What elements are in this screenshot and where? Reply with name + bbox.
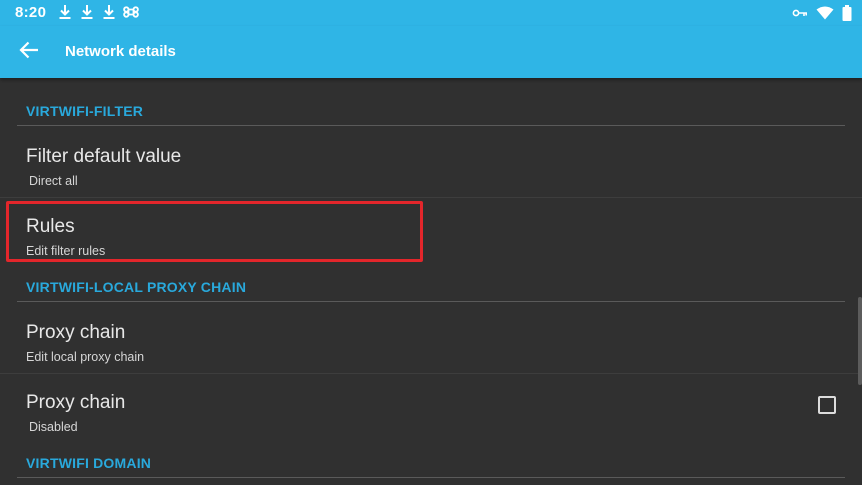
item-title: Proxy chain <box>26 392 126 413</box>
notification-icons <box>57 4 139 25</box>
vpn-key-icon <box>792 6 808 25</box>
item-title: Filter default value <box>26 146 182 167</box>
status-time: 8:20 <box>15 4 47 21</box>
section-header-label: VIRTWIFI-FILTER <box>26 103 144 119</box>
page-title: Network details <box>65 43 176 60</box>
wifi-icon <box>816 6 834 25</box>
system-icons <box>792 5 852 26</box>
section-header-filter: VIRTWIFI-FILTER <box>0 78 862 128</box>
item-summary: Edit filter rules <box>26 244 106 258</box>
section-header-domain: VIRTWIFI DOMAIN <box>0 444 862 485</box>
item-title: Proxy chain <box>26 322 126 343</box>
scrollbar-thumb[interactable] <box>858 297 862 385</box>
section-header-label: VIRTWIFI-LOCAL PROXY CHAIN <box>26 279 247 295</box>
download-icon <box>57 4 73 25</box>
item-summary: Direct all <box>29 174 78 188</box>
proxy-chain-checkbox[interactable] <box>818 396 836 414</box>
back-arrow-icon <box>19 41 39 64</box>
item-summary: Edit local proxy chain <box>26 350 145 364</box>
command-icon <box>123 4 139 25</box>
battery-icon <box>842 5 852 26</box>
section-header-proxy-chain: VIRTWIFI-LOCAL PROXY CHAIN <box>0 268 862 304</box>
proxy-chain-toggle-item[interactable]: Proxy chain Disabled <box>0 374 862 444</box>
rules-item[interactable]: Rules Edit filter rules <box>0 198 862 268</box>
section-divider <box>17 477 845 478</box>
section-divider <box>17 125 845 126</box>
item-summary: Disabled <box>29 420 78 434</box>
proxy-chain-edit-item[interactable]: Proxy chain Edit local proxy chain <box>0 304 862 374</box>
filter-default-value-item[interactable]: Filter default value Direct all <box>0 128 862 198</box>
download-icon <box>101 4 117 25</box>
status-bar: 8:20 <box>0 0 862 26</box>
app-bar: Network details <box>0 26 862 78</box>
download-icon <box>79 4 95 25</box>
section-divider <box>17 301 845 302</box>
back-button[interactable] <box>14 38 44 66</box>
item-title: Rules <box>26 216 75 237</box>
settings-list[interactable]: VIRTWIFI-FILTER Filter default value Dir… <box>0 78 862 485</box>
section-header-label: VIRTWIFI DOMAIN <box>26 455 152 471</box>
